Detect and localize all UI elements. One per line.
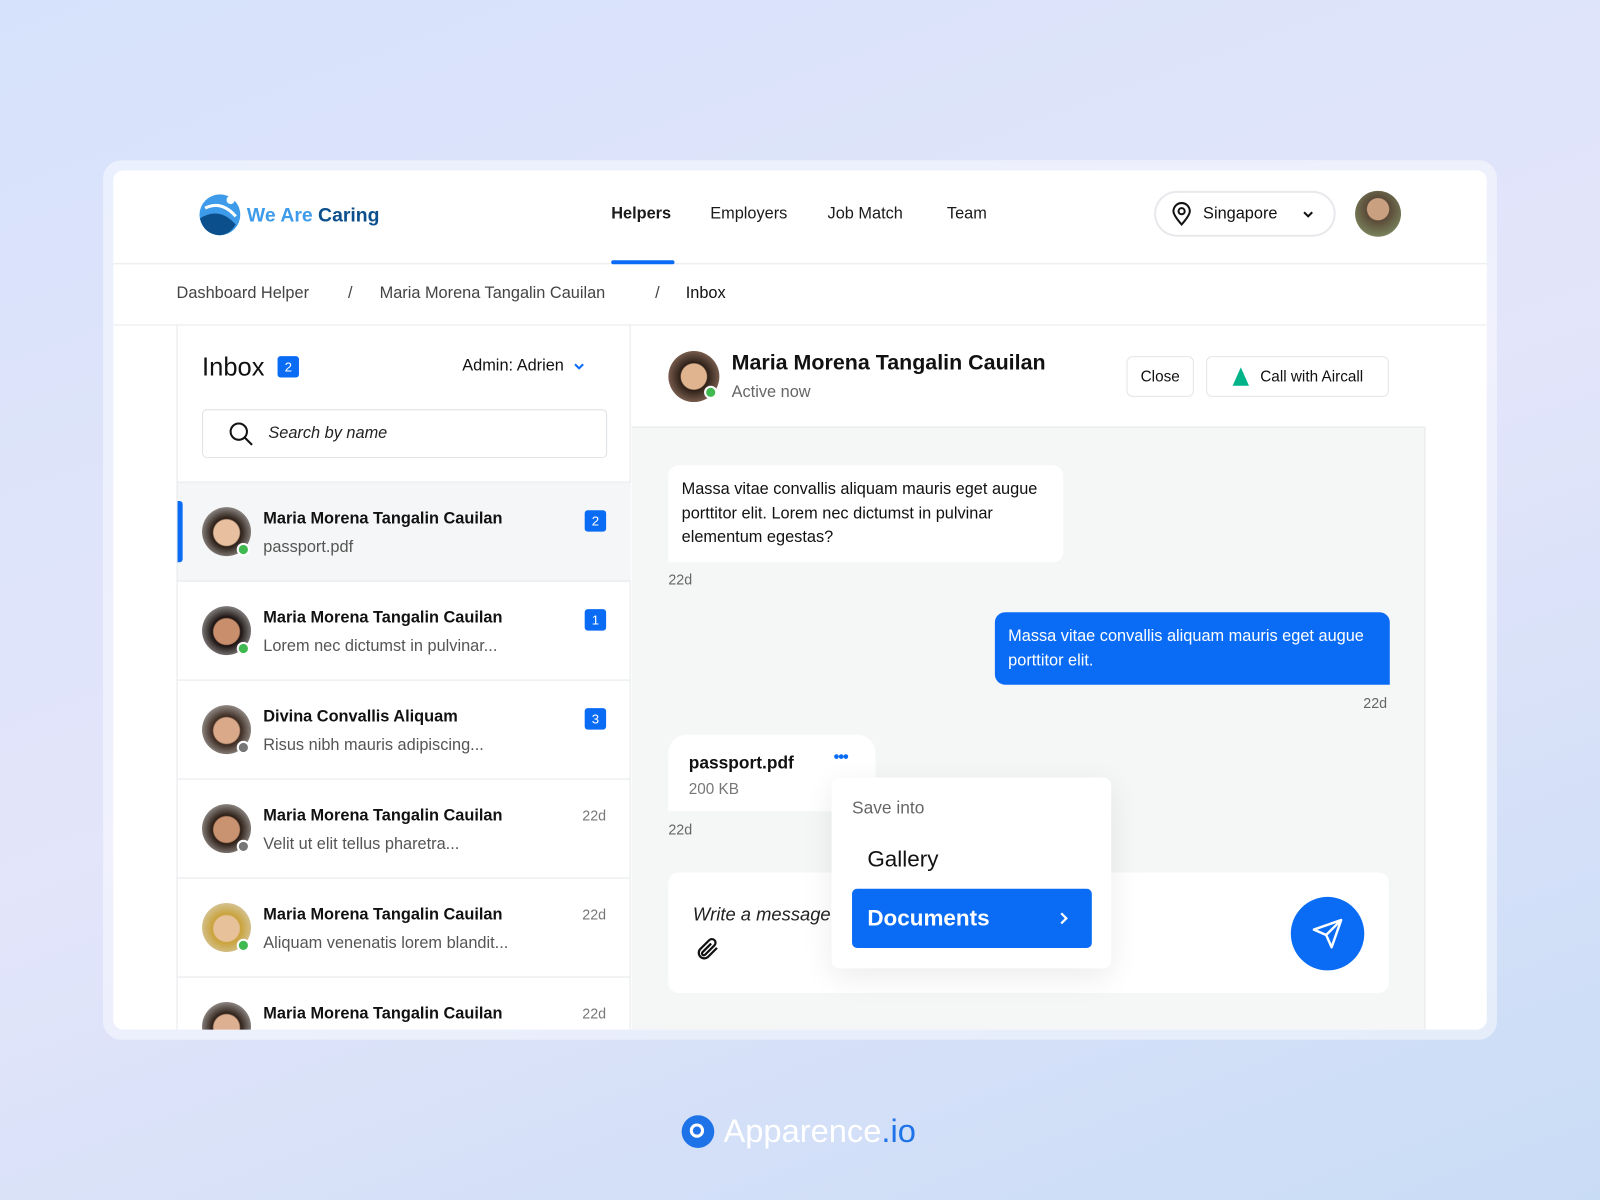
app-window: We Are Caring Helpers Employers Job Matc… <box>113 170 1487 1030</box>
contact-name: Maria Morena Tangalin Cauilan <box>263 609 503 627</box>
unread-badge: 2 <box>584 510 607 532</box>
menu-item-documents[interactable]: Documents <box>852 888 1092 948</box>
nav-job-match[interactable]: Job Match <box>828 205 903 223</box>
contact-name: Divina Convallis Aliquam <box>263 708 458 726</box>
conversation-item[interactable]: Maria Morena Tangalin Cauilan Aliquam ven… <box>177 879 631 978</box>
location-value: Singapore <box>1203 204 1278 222</box>
chevron-down-icon <box>1303 211 1313 218</box>
file-name: passport.pdf <box>688 753 794 773</box>
message-time: 22d <box>582 807 607 824</box>
location-select[interactable]: Singapore <box>1154 190 1336 237</box>
chevron-right-icon <box>1060 912 1068 925</box>
unread-badge: 3 <box>584 708 607 730</box>
search-icon <box>229 422 253 446</box>
map-pin-icon <box>1172 201 1191 226</box>
menu-item-gallery[interactable]: Gallery <box>867 846 938 873</box>
contact-name: Maria Morena Tangalin Cauilan <box>263 1005 503 1023</box>
message-time: 22d <box>668 571 693 588</box>
call-aircall-button[interactable]: Call with Aircall <box>1206 356 1389 397</box>
contact-name: Maria Morena Tangalin Cauilan <box>263 807 503 825</box>
breadcrumb-helper[interactable]: Maria Morena Tangalin Cauilan <box>380 285 606 303</box>
admin-select[interactable]: Admin: Adrien <box>462 357 584 375</box>
aircall-icon <box>1232 367 1250 386</box>
footer-brand: Apparence .io <box>681 1112 916 1150</box>
inbox-title: Inbox <box>202 353 265 382</box>
conversation-item[interactable]: Maria Morena Tangalin Cauilan Velit ut el… <box>177 780 631 879</box>
top-header: We Are Caring Helpers Employers Job Matc… <box>113 170 1487 265</box>
breadcrumb-separator: / <box>655 284 660 303</box>
status-dot <box>236 740 250 755</box>
outgoing-message: Massa vitae convallis aliquam mauris ege… <box>994 612 1390 685</box>
contact-status: Active now <box>731 383 811 402</box>
inbox-count-badge: 2 <box>277 356 299 378</box>
brand-logo-icon <box>199 194 241 236</box>
conversation-item[interactable]: Maria Morena Tangalin Cauilan 22d <box>178 978 631 1030</box>
search-input[interactable]: Search by name <box>202 409 608 459</box>
conversation-item[interactable]: Maria Morena Tangalin Cauilan Lorem nec d… <box>177 582 631 681</box>
apparence-logo-icon <box>681 1114 715 1148</box>
status-dot <box>236 938 250 953</box>
paperclip-icon[interactable] <box>695 936 722 963</box>
message-input[interactable]: Write a message <box>693 904 831 925</box>
breadcrumb-dashboard[interactable]: Dashboard Helper <box>177 285 310 303</box>
status-dot <box>236 641 250 656</box>
close-button[interactable]: Close <box>1126 356 1194 397</box>
conversation-item[interactable]: Divina Convallis Aliquam Risus nibh mauri… <box>177 681 631 780</box>
contact-name: Maria Morena Tangalin Cauilan <box>263 906 503 924</box>
breadcrumb: Dashboard Helper / Maria Morena Tangalin… <box>113 264 1487 326</box>
message-time: 22d <box>1363 694 1388 712</box>
inbox-panel: Inbox 2 Admin: Adrien Search by name Mar… <box>176 325 631 1030</box>
more-options-icon[interactable]: ••• <box>834 749 849 767</box>
save-into-menu: Save into Gallery Documents <box>831 777 1112 969</box>
contact-name: Maria Morena Tangalin Cauilan <box>731 351 1046 375</box>
message-time: 22d <box>582 1005 607 1022</box>
chat-panel: Maria Morena Tangalin Cauilan Active now… <box>631 325 1426 1030</box>
nav-employers[interactable]: Employers <box>710 205 787 223</box>
message-preview: Lorem nec dictumst in pulvinar... <box>263 637 498 656</box>
status-dot <box>236 542 250 557</box>
breadcrumb-inbox: Inbox <box>685 284 726 303</box>
chat-header: Maria Morena Tangalin Cauilan Active now… <box>631 325 1426 428</box>
contact-avatar <box>202 1002 252 1030</box>
breadcrumb-separator: / <box>347 284 353 303</box>
conversation-item[interactable]: Maria Morena Tangalin Cauilan passport.pd… <box>177 482 631 582</box>
selected-indicator <box>177 501 183 563</box>
message-preview: passport.pdf <box>263 538 354 557</box>
chevron-down-icon <box>573 363 584 370</box>
brand-name[interactable]: We Are Caring <box>247 205 380 227</box>
status-dot <box>236 839 250 854</box>
file-size: 200 KB <box>688 780 739 798</box>
user-avatar[interactable] <box>1355 190 1402 237</box>
contact-name: Maria Morena Tangalin Cauilan <box>263 510 503 528</box>
unread-badge: 1 <box>584 609 607 631</box>
incoming-message: Massa vitae convallis aliquam mauris ege… <box>668 465 1064 562</box>
message-preview: Aliquam venenatis lorem blandit... <box>263 934 509 953</box>
message-preview: Velit ut elit tellus pharetra... <box>263 835 460 854</box>
online-status-dot <box>704 385 718 399</box>
send-button[interactable] <box>1290 896 1365 971</box>
send-icon <box>1312 918 1343 949</box>
nav-helpers[interactable]: Helpers <box>611 205 671 223</box>
message-time: 22d <box>582 906 607 923</box>
menu-title: Save into <box>852 797 925 818</box>
nav-team[interactable]: Team <box>947 205 987 223</box>
message-time: 22d <box>668 821 693 838</box>
message-preview: Risus nibh mauris adipiscing... <box>263 736 484 755</box>
